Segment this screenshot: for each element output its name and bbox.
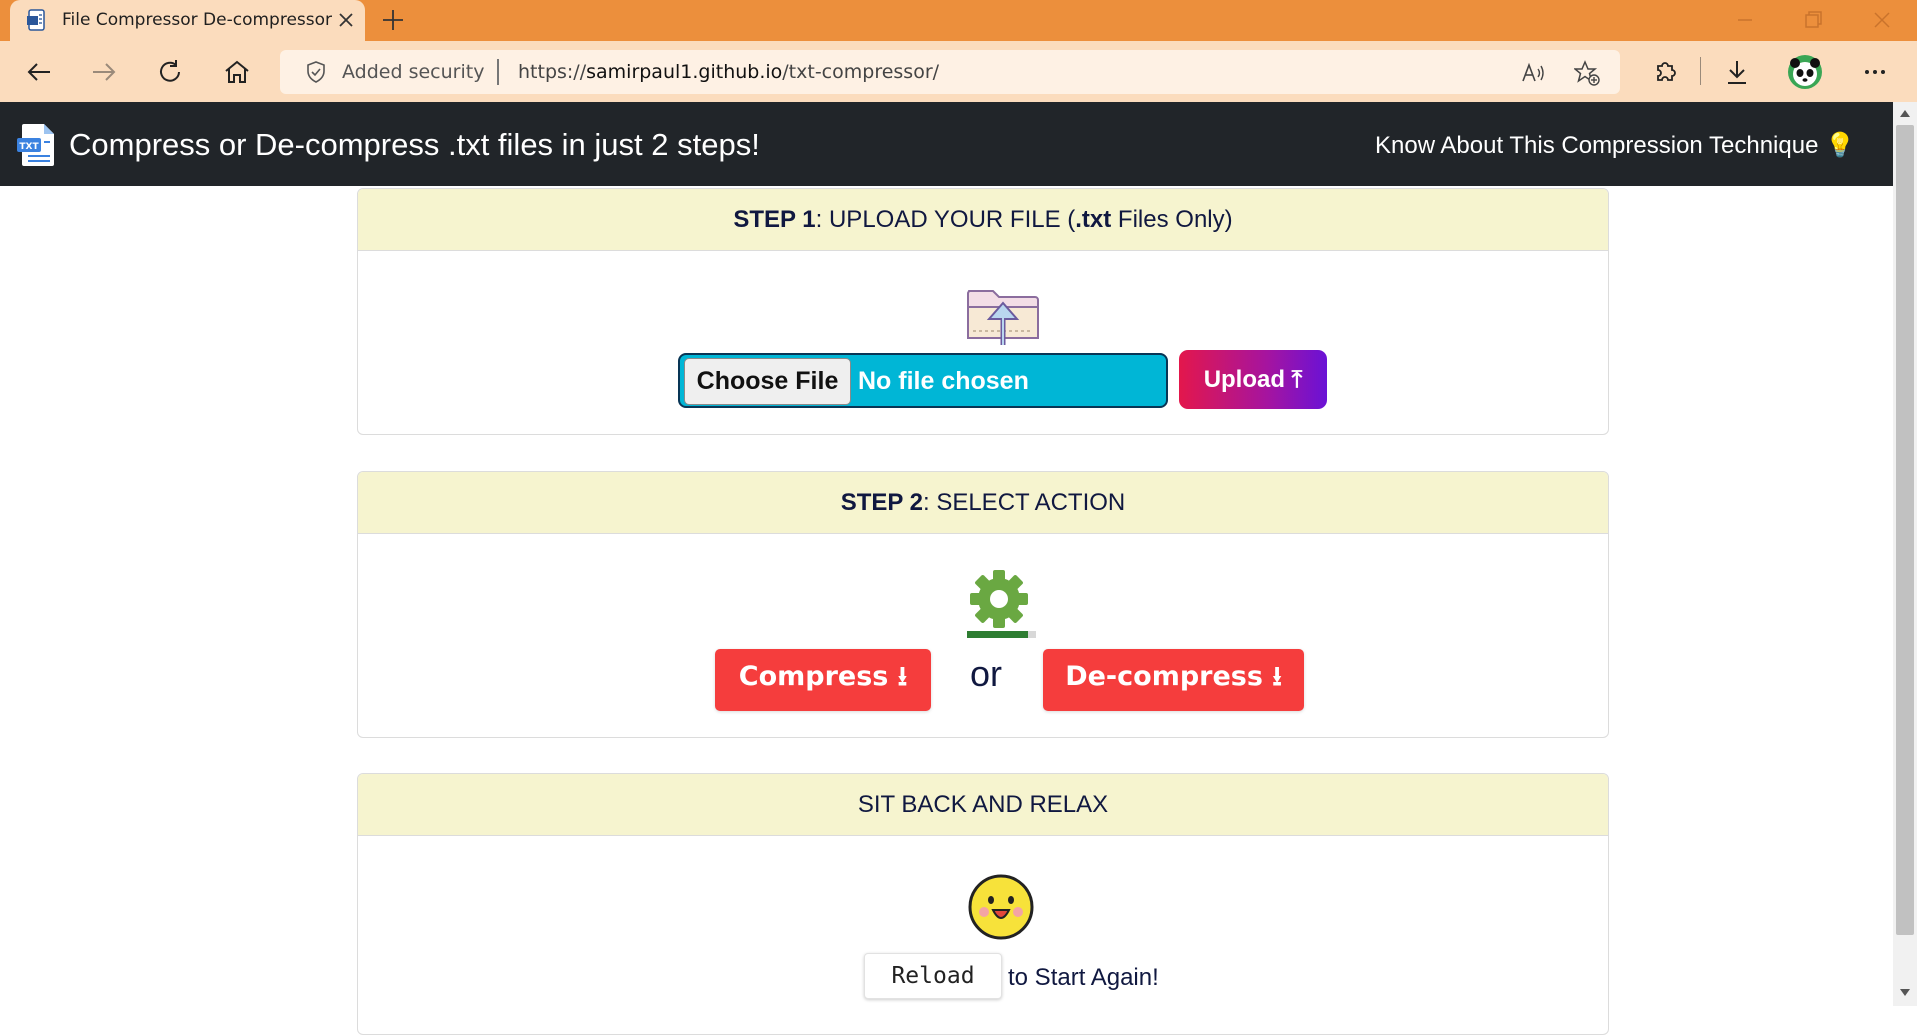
new-tab-icon[interactable] (380, 7, 406, 33)
upload-button[interactable]: Upload ⤒ (1179, 350, 1327, 409)
add-favorite-icon[interactable] (1574, 60, 1600, 86)
address-separator (497, 59, 499, 85)
downloads-icon[interactable] (1722, 57, 1752, 87)
url-path: /txt-compressor/ (782, 61, 940, 83)
extensions-icon[interactable] (1650, 57, 1680, 87)
back-arrow-icon[interactable] (24, 57, 54, 87)
browser-tab-active[interactable]: File Compressor De-compressor (10, 0, 365, 41)
file-status-text: No file chosen (858, 367, 1029, 395)
step2-card: STEP 2: SELECT ACTION Compress ⭳ or De-c… (357, 471, 1609, 738)
progress-bar (967, 631, 1036, 638)
or-text: or (970, 653, 1003, 694)
tab-title: File Compressor De-compressor (62, 10, 333, 30)
know-link-label: Know About This Compression Technique (1375, 132, 1819, 159)
page-title: Compress or De-compress .txt files in ju… (69, 127, 760, 162)
close-window-icon[interactable] (1870, 8, 1894, 32)
step3-header: SIT BACK AND RELAX (358, 774, 1608, 836)
txt-file-icon: TXT (17, 124, 54, 166)
step1-header: STEP 1: UPLOAD YOUR FILE (.txt Files Onl… (358, 189, 1608, 251)
close-tab-icon[interactable] (335, 9, 357, 31)
svg-text:TXT: TXT (19, 142, 39, 152)
smiley-face-icon (968, 874, 1034, 940)
minimize-window-icon[interactable] (1733, 8, 1757, 32)
browser-tab-bar: File Compressor De-compressor (0, 0, 1917, 41)
toolbar-divider (1700, 57, 1701, 85)
scroll-down-arrow-icon[interactable] (1899, 986, 1911, 998)
lightbulb-icon: 💡 (1825, 132, 1855, 159)
document-favicon-icon (27, 9, 45, 31)
upload-folder-icon (967, 290, 1039, 345)
url-text[interactable]: https://samirpaul1.github.io/txt-compres… (518, 61, 939, 83)
shield-icon[interactable] (304, 60, 328, 84)
start-again-text: to Start Again! (1008, 964, 1159, 991)
know-about-technique-link[interactable]: Know About This Compression Technique 💡 (1375, 131, 1855, 160)
progress-fill (967, 631, 1028, 638)
profile-avatar-icon[interactable] (1787, 54, 1823, 90)
url-prefix: https:// (518, 61, 587, 83)
file-input[interactable]: Choose File No file chosen (678, 353, 1168, 408)
address-bar[interactable]: Added security https://samirpaul1.github… (280, 50, 1620, 94)
reload-button[interactable]: Reload (864, 953, 1002, 999)
scroll-up-arrow-icon[interactable] (1899, 108, 1911, 120)
refresh-icon[interactable] (155, 57, 185, 87)
step2-header: STEP 2: SELECT ACTION (358, 472, 1608, 534)
step3-card: SIT BACK AND RELAX Reload to Start Again… (357, 773, 1609, 1035)
url-host: samirpaul1.github.io (586, 61, 783, 83)
restore-window-icon[interactable] (1801, 8, 1825, 32)
gear-icon (970, 570, 1028, 628)
step2-title: STEP 2: SELECT ACTION (840, 488, 1126, 516)
compress-button[interactable]: Compress ⭳ (715, 649, 931, 711)
security-label: Added security (342, 61, 485, 83)
scrollbar-thumb[interactable] (1896, 125, 1914, 935)
choose-file-button[interactable]: Choose File (684, 358, 851, 405)
read-aloud-icon[interactable] (1520, 60, 1546, 86)
site-header: TXT Compress or De-compress .txt files i… (0, 102, 1917, 186)
home-icon[interactable] (222, 57, 252, 87)
forward-arrow-icon[interactable] (89, 57, 119, 87)
decompress-button[interactable]: De-compress ⭳ (1043, 649, 1304, 711)
more-options-icon[interactable] (1860, 57, 1890, 87)
step1-card: STEP 1: UPLOAD YOUR FILE (.txt Files Onl… (357, 188, 1609, 435)
step1-title: STEP 1: UPLOAD YOUR FILE (.txt Files Onl… (733, 205, 1233, 233)
